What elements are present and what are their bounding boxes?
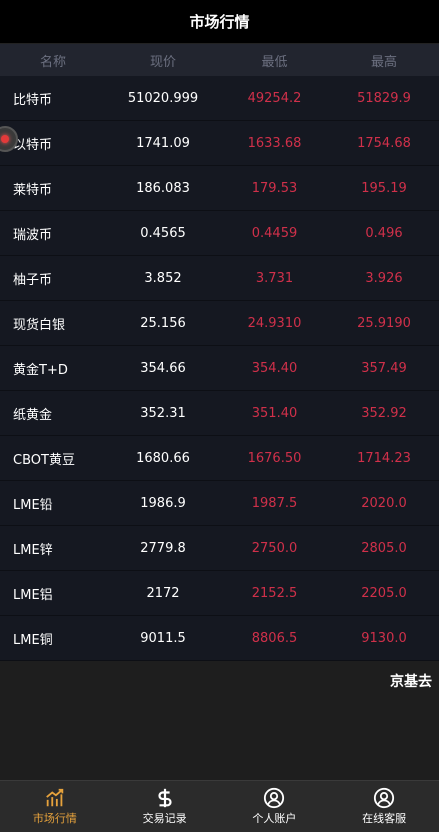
high-cell: 0.496	[365, 225, 403, 241]
table-row[interactable]: 现货白银 25.156 24.9310 25.9190	[0, 301, 439, 346]
table-row[interactable]: 纸黄金 352.31 351.40 352.92	[0, 391, 439, 436]
page-title: 市场行情	[189, 13, 250, 31]
tab-trade-records[interactable]: 交易记录	[110, 781, 220, 832]
column-header-high: 最高	[370, 54, 397, 70]
tab-account[interactable]: 个人账户	[220, 781, 330, 832]
price-cell: 352.31	[140, 405, 186, 421]
high-cell: 3.926	[365, 270, 403, 286]
table-row[interactable]: CBOT黄豆 1680.66 1676.50 1714.23	[0, 436, 439, 481]
name-cell: LME铜	[13, 632, 53, 648]
name-cell: 柚子币	[13, 272, 53, 288]
low-cell: 8806.5	[251, 630, 298, 646]
price-cell: 1986.9	[140, 495, 186, 511]
table-row[interactable]: LME铜 9011.5 8806.5 9130.0	[0, 616, 439, 661]
tab-support[interactable]: 在线客服	[329, 781, 439, 832]
high-cell: 1714.23	[357, 450, 411, 466]
table-row[interactable]: 瑞波币 0.4565 0.4459 0.496	[0, 211, 439, 256]
table-row[interactable]: 比特币 51020.999 49254.2 51829.9	[0, 76, 439, 121]
bottom-tab-bar: 市场行情 交易记录 个人账户 在线客服	[0, 780, 439, 832]
low-cell: 1987.5	[251, 495, 298, 511]
low-cell: 179.53	[251, 180, 298, 196]
table-row[interactable]: LME铝 2172 2152.5 2205.0	[0, 571, 439, 616]
table-header: 名称 现价 最低 最高	[0, 44, 439, 76]
table-row[interactable]: LME铅 1986.9 1987.5 2020.0	[0, 481, 439, 526]
table-row[interactable]: 黄金T+D 354.66 354.40 357.49	[0, 346, 439, 391]
user-icon	[264, 787, 285, 809]
low-cell: 1633.68	[247, 135, 302, 151]
column-header-price: 现价	[149, 54, 176, 70]
price-cell: 0.4565	[140, 225, 186, 241]
column-header-low: 最低	[261, 54, 288, 70]
high-cell: 51829.9	[357, 90, 411, 106]
price-cell: 9011.5	[140, 630, 186, 646]
dollar-icon	[158, 788, 172, 808]
name-cell: 莱特币	[13, 182, 53, 198]
name-cell: LME铝	[13, 587, 53, 603]
tab-trade-records-label: 交易记录	[142, 812, 187, 825]
price-cell: 186.083	[136, 180, 190, 196]
table-row[interactable]: 以特币 1741.09 1633.68 1754.68	[0, 121, 439, 166]
price-cell: 2172	[146, 585, 180, 601]
name-cell: LME铅	[13, 497, 53, 513]
announcement-area: 京基去	[0, 661, 439, 781]
name-cell: 纸黄金	[13, 407, 53, 423]
high-cell: 1754.68	[357, 135, 411, 151]
low-cell: 354.40	[251, 360, 298, 376]
table-row[interactable]: LME锌 2779.8 2750.0 2805.0	[0, 526, 439, 571]
price-cell: 3.852	[144, 270, 182, 286]
low-cell: 3.731	[255, 270, 294, 286]
market-table: 比特币 51020.999 49254.2 51829.9 以特币 1741.09 1633…	[0, 76, 439, 661]
price-cell: 25.156	[140, 315, 186, 331]
high-cell: 25.9190	[357, 315, 411, 331]
low-cell: 351.40	[251, 405, 298, 421]
high-cell: 357.49	[361, 360, 407, 376]
column-header-name: 名称	[39, 54, 66, 70]
price-cell: 354.66	[140, 360, 186, 376]
table-row[interactable]: 柚子币 3.852 3.731 3.926	[0, 256, 439, 301]
name-cell: 黄金T+D	[13, 362, 68, 378]
high-cell: 2020.0	[361, 495, 407, 511]
low-cell: 0.4459	[251, 225, 298, 241]
high-cell: 2205.0	[361, 585, 407, 601]
chart-icon	[46, 788, 64, 807]
tab-market[interactable]: 市场行情	[0, 781, 110, 832]
tab-market-label: 市场行情	[32, 812, 77, 825]
high-cell: 2805.0	[361, 540, 407, 556]
tab-support-label: 在线客服	[362, 812, 407, 825]
price-cell: 1741.09	[136, 135, 190, 151]
name-cell: LME锌	[13, 542, 53, 558]
price-cell: 2779.8	[140, 540, 186, 556]
price-cell: 1680.66	[136, 450, 190, 466]
tab-account-label: 个人账户	[252, 812, 297, 825]
price-cell: 51020.999	[127, 90, 199, 106]
record-dot-icon	[1, 135, 9, 143]
high-cell: 9130.0	[361, 630, 407, 646]
low-cell: 1676.50	[247, 450, 302, 466]
name-cell: CBOT黄豆	[13, 452, 75, 468]
low-cell: 49254.2	[247, 90, 302, 106]
table-row[interactable]: 莱特币 186.083 179.53 195.19	[0, 166, 439, 211]
high-cell: 195.19	[361, 180, 407, 196]
scrolling-notice: 京基去	[390, 674, 432, 690]
name-cell: 现货白银	[13, 317, 66, 333]
support-icon	[374, 787, 395, 809]
high-cell: 352.92	[361, 405, 407, 421]
top-bar: 市场行情	[0, 0, 439, 44]
low-cell: 2152.5	[251, 585, 298, 601]
name-cell: 比特币	[13, 92, 53, 108]
low-cell: 24.9310	[247, 315, 302, 331]
name-cell: 瑞波币	[13, 227, 53, 243]
low-cell: 2750.0	[251, 540, 298, 556]
